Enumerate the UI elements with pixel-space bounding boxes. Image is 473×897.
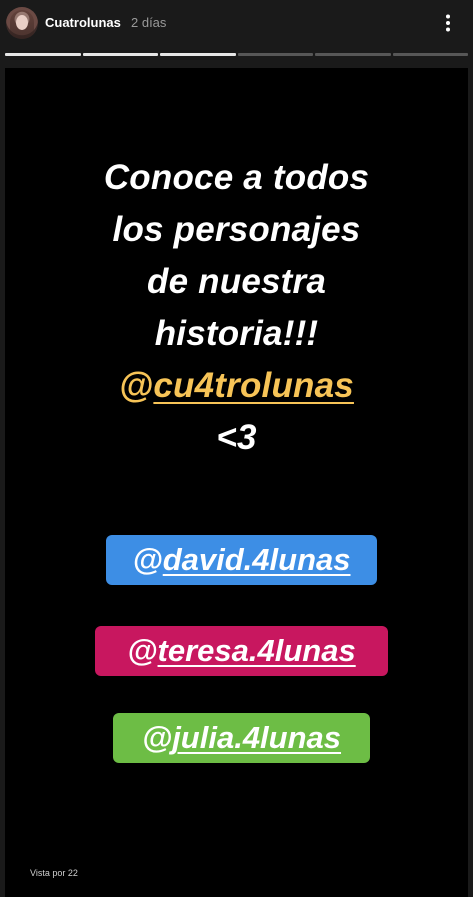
story-progress-bar xyxy=(5,53,468,56)
viewers-count-link[interactable]: Vista por 22 xyxy=(30,868,78,878)
headline-line: Conoce a todos xyxy=(103,158,370,197)
username-link[interactable]: Cuatrolunas xyxy=(45,15,121,30)
progress-segment xyxy=(5,53,81,56)
progress-segment xyxy=(82,53,158,56)
mention-name: cu4trolunas xyxy=(153,366,354,405)
mention-name: julia.4lunas xyxy=(172,720,342,755)
mention-sticker-julia[interactable]: @julia.4lunas xyxy=(113,713,370,763)
heart-text: <3 xyxy=(216,418,257,457)
mention-name: teresa.4lunas xyxy=(157,633,356,668)
mention-at: @ xyxy=(132,542,163,577)
story-headline: Conoce a todos los personajes de nuestra… xyxy=(5,152,468,464)
mention-sticker-david[interactable]: @david.4lunas xyxy=(106,535,377,585)
mention-at: @ xyxy=(119,366,154,405)
progress-segment xyxy=(237,53,313,56)
progress-segment xyxy=(315,53,391,56)
post-time: 2 días xyxy=(131,15,167,30)
more-options-button[interactable] xyxy=(436,11,460,35)
story-content[interactable]: Conoce a todos los personajes de nuestra… xyxy=(5,68,468,897)
main-account-mention[interactable]: @cu4trolunas xyxy=(5,360,468,412)
headline-line: de nuestra xyxy=(147,262,326,301)
mention-name: david.4lunas xyxy=(162,542,351,577)
mention-sticker-teresa[interactable]: @teresa.4lunas xyxy=(95,626,388,676)
headline-line: los personajes xyxy=(112,210,361,249)
avatar-face xyxy=(16,15,28,30)
mention-at: @ xyxy=(127,633,158,668)
progress-segment xyxy=(160,53,236,56)
headline-line: historia!!! xyxy=(154,314,319,353)
mention-at: @ xyxy=(141,720,173,755)
story-header: Cuatrolunas 2 días xyxy=(0,0,473,50)
profile-avatar[interactable] xyxy=(6,7,38,39)
more-vertical-icon xyxy=(446,14,450,32)
progress-segment xyxy=(392,53,468,56)
